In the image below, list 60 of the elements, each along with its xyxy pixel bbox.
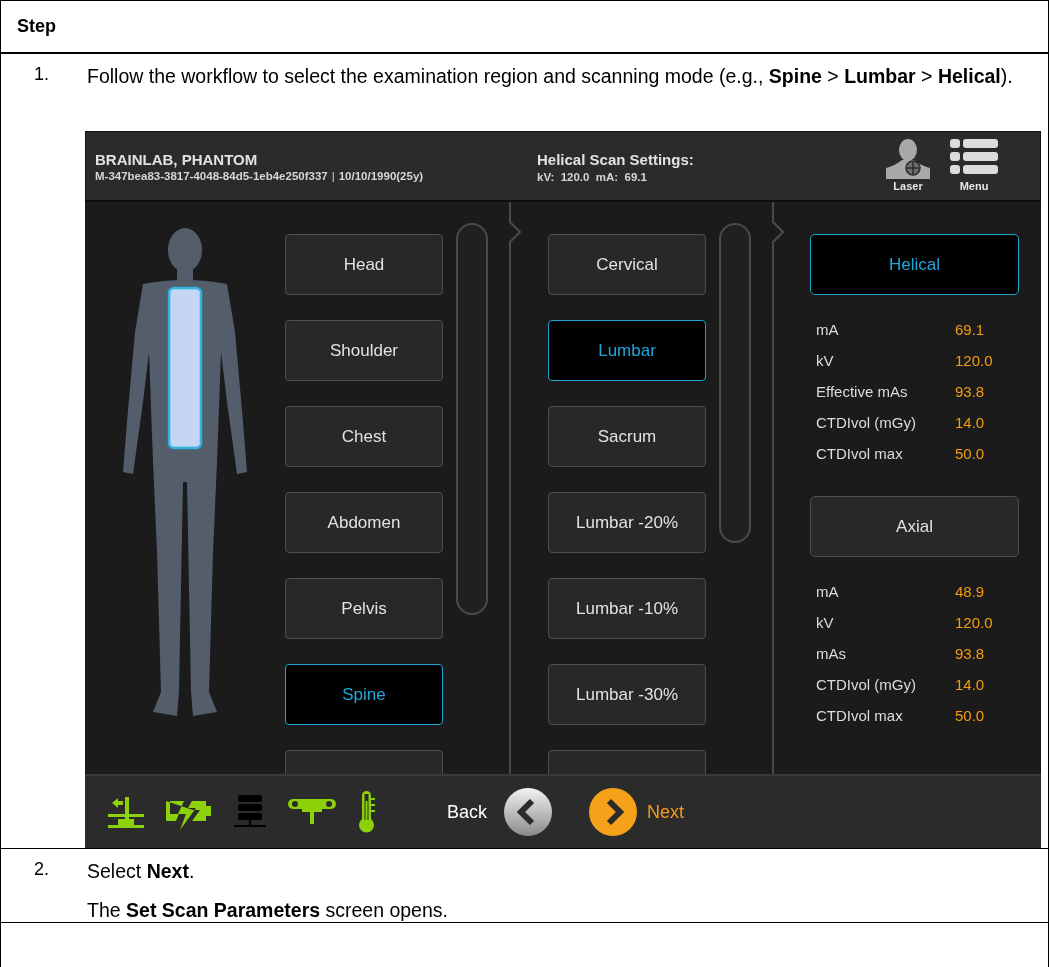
step-text: Select Next. [87,859,196,883]
region-button[interactable]: Head [285,234,443,295]
next-button[interactable] [588,787,639,837]
parameter-value: 14.0 [955,675,986,695]
table-icon [108,795,144,829]
region-button[interactable]: Pelvis [285,578,443,639]
scan-mode-button[interactable]: Axial [810,496,1019,557]
step-number: 2. [33,858,50,881]
protocol-button[interactable]: Cervical [548,234,706,295]
patient-id: M-347bea83-3817-4048-84d5-1eb4e250f337 [95,170,328,182]
laser-button[interactable]: Laser [882,139,934,192]
protocol-button[interactable]: Lumbar -30% [548,664,706,725]
parameter-value: 50.0 [955,706,986,726]
scrollbar[interactable] [456,223,488,615]
parameter-label: CTDIvol (mGy) [816,413,917,433]
parameter-value: 120.0 [955,351,994,371]
step-text: Follow the workflow to select the examination region and scanning mode (e.g., Spine > Lumbar > Helical). [87,64,1014,88]
region-button[interactable]: Chest [285,406,443,467]
parameter-value: 120.0 [955,613,994,633]
parameter-value: 50.0 [955,444,986,464]
parameter-value: 14.0 [955,413,986,433]
parameter-label: CTDIvol max [816,444,904,464]
scan-mode-button[interactable]: Helical [810,234,1019,295]
gantry-icon [288,799,336,825]
protocol-button[interactable]: Lumbar -20% [548,492,706,553]
parameter-label: mAs [816,644,847,664]
step-number: 1. [33,63,50,86]
table-header: Step [1,1,1048,54]
parameter-label: kV [816,351,835,371]
back-button[interactable] [503,787,554,837]
birth-date: 10/10/1990(25y) [338,170,424,182]
menu-button[interactable]: Menu [948,139,1000,192]
thermometer-icon [358,791,376,833]
next-label: Next [647,801,685,823]
scrollbar[interactable] [719,223,751,543]
settings-title: Helical Scan Settings: [537,151,695,168]
protocol-button[interactable]: Lumbar [548,320,706,381]
parameter-label: kV [816,613,835,633]
parameter-value: 93.8 [955,382,986,402]
separator: | [331,170,335,182]
menu-icon[interactable] [950,139,998,175]
parameter-label: mA [816,320,840,340]
parameter-label: mA [816,582,840,602]
parameter-label: Effective mAs [816,382,909,402]
region-button[interactable]: Abdomen [285,492,443,553]
parameter-label: CTDIvol (mGy) [816,675,917,695]
parameter-label: CTDIvol max [816,706,904,726]
settings-values: kV: 120.0 mA: 69.1 [537,171,648,183]
step-text: The Set Scan Parameters screen opens. [87,898,449,922]
parameter-value: 48.9 [955,582,986,602]
protocol-button[interactable]: Sacrum [548,406,706,467]
server-icon [234,795,266,829]
parameter-value: 69.1 [955,320,986,340]
person-icon [884,139,932,179]
region-button[interactable]: Shoulder [285,320,443,381]
patient-name: BRAINLAB, PHANTOM [95,151,259,168]
back-label: Back [447,801,488,823]
parameter-value: 93.8 [955,644,986,664]
region-button[interactable]: Spine [285,664,443,725]
protocol-button[interactable]: Lumbar -10% [548,578,706,639]
